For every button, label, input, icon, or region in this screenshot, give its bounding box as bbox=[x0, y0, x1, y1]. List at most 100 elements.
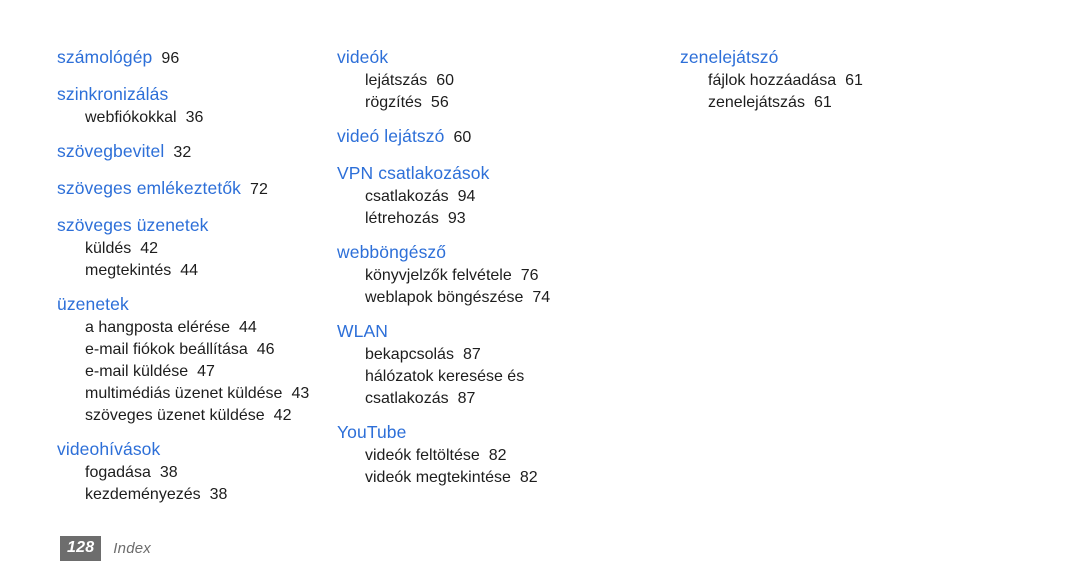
index-subentry-page-number: 61 bbox=[845, 72, 863, 89]
index-subentry-page-number: 43 bbox=[291, 385, 310, 402]
index-subentry[interactable]: csatlakozás 94 bbox=[337, 186, 662, 208]
index-entry-heading[interactable]: üzenetek bbox=[57, 291, 330, 317]
index-subentry-label: megtekintés bbox=[85, 262, 172, 279]
index-subentry[interactable]: weblapok böngészése 74 bbox=[337, 287, 662, 309]
index-entry-group: YouTube videók feltöltése 82 videók megteki… bbox=[337, 419, 662, 489]
index-subentry-label: csatlakozás bbox=[365, 390, 449, 407]
index-entry-group: VPN csatlakozások csatlakozás 94 létrehozás… bbox=[337, 160, 662, 230]
index-subentry[interactable]: megtekintés 44 bbox=[57, 260, 330, 282]
index-subentry-page-number: 82 bbox=[488, 447, 507, 464]
index-subentry-list: bekapcsolás 87 hálózatok keresése és csatla… bbox=[337, 344, 662, 410]
index-subentry-page-number: 42 bbox=[273, 407, 292, 424]
index-entry-group: webböngésző könyvjelzők felvétele 76 weblap… bbox=[337, 239, 662, 309]
index-subentry-label: könyvjelzők felvétele bbox=[365, 267, 512, 284]
index-subentry-label: fogadása bbox=[85, 464, 151, 481]
index-entry-page-number: 32 bbox=[173, 144, 192, 161]
index-subentry-page-number: 38 bbox=[159, 464, 178, 481]
index-subentry-label: fájlok hozzáadása bbox=[708, 72, 837, 89]
index-entry-heading-label: üzenetek bbox=[57, 294, 129, 314]
index-entry-group: WLAN bekapcsolás 87 hálózatok keresése és cs… bbox=[337, 318, 662, 410]
index-subentry[interactable]: szöveges üzenet küldése 42 bbox=[57, 405, 330, 427]
index-subentry[interactable]: csatlakozás 87 bbox=[337, 388, 662, 410]
index-subentry[interactable]: létrehozás 93 bbox=[337, 208, 662, 230]
index-subentry-list: a hangposta elérése 44 e-mail fiókok beáll… bbox=[57, 317, 330, 427]
index-subentry[interactable]: e-mail küldése 47 bbox=[57, 361, 330, 383]
index-subentry-list: könyvjelzők felvétele 76 weblapok böngészé… bbox=[337, 265, 662, 309]
index-subentry[interactable]: könyvjelzők felvétele 76 bbox=[337, 265, 662, 287]
index-subentry-page-number: 56 bbox=[430, 94, 449, 111]
index-subentry-label: bekapcsolás bbox=[365, 346, 454, 363]
index-entry-heading[interactable]: szinkronizálás bbox=[57, 81, 330, 107]
index-entry-heading[interactable]: szövegbevitel 32 bbox=[57, 138, 330, 166]
index-subentry[interactable]: lejátszás 60 bbox=[337, 70, 662, 92]
index-subentry[interactable]: multimédiás üzenet küldése 43 bbox=[57, 383, 330, 405]
index-subentry[interactable]: a hangposta elérése 44 bbox=[57, 317, 330, 339]
index-subentry[interactable]: e-mail fiókok beállítása 46 bbox=[57, 339, 330, 361]
index-subentry-label: szöveges üzenet küldése bbox=[85, 407, 265, 424]
index-entry-heading-label: YouTube bbox=[337, 422, 407, 442]
index-entry-group: szinkronizálás webfiókokkal 36 bbox=[57, 81, 330, 129]
index-entry-heading[interactable]: VPN csatlakozások bbox=[337, 160, 662, 186]
index-entry-heading[interactable]: számológép 96 bbox=[57, 44, 330, 72]
index-columns: számológép 96 szinkronizálás webfiókokkal 36… bbox=[0, 44, 1080, 515]
index-subentry-label: kezdeményezés bbox=[85, 486, 201, 503]
index-entry-heading[interactable]: webböngésző bbox=[337, 239, 662, 265]
index-subentry-label: küldés bbox=[85, 240, 132, 257]
index-page: számológép 96 szinkronizálás webfiókokkal 36… bbox=[0, 0, 1080, 586]
index-subentry-page-number: 44 bbox=[239, 319, 257, 336]
index-entry-heading-label: számológép bbox=[57, 47, 153, 67]
index-subentry-label: videók megtekintése bbox=[365, 469, 511, 486]
index-subentry[interactable]: fogadása 38 bbox=[57, 462, 330, 484]
index-entry-heading-label: videohívások bbox=[57, 439, 161, 459]
index-entry-heading-label: zenelejátszó bbox=[680, 47, 779, 67]
index-subentry[interactable]: kezdeményezés 38 bbox=[57, 484, 330, 506]
index-entry-page-number: 72 bbox=[250, 181, 268, 198]
index-subentry-label: lejátszás bbox=[365, 72, 428, 89]
index-subentry[interactable]: küldés 42 bbox=[57, 238, 330, 260]
index-subentry-label: e-mail küldése bbox=[85, 363, 189, 380]
index-entry-heading[interactable]: szöveges emlékeztetők 72 bbox=[57, 175, 330, 203]
index-entry-group: számológép 96 bbox=[57, 44, 330, 72]
index-subentry-list: küldés 42 megtekintés 44 bbox=[57, 238, 330, 282]
index-subentry-label: weblapok böngészése bbox=[365, 289, 524, 306]
index-subentry-label: videók feltöltése bbox=[365, 447, 480, 464]
index-entry-heading[interactable]: videohívások bbox=[57, 436, 330, 462]
index-column-2: videók lejátszás 60 rögzítés 56 videó lejátsz… bbox=[330, 44, 662, 498]
index-entry-heading-label: videók bbox=[337, 47, 389, 67]
index-subentry-label: e-mail fiókok beállítása bbox=[85, 341, 248, 358]
index-subentry-page-number: 38 bbox=[209, 486, 228, 503]
index-entry-heading-label: WLAN bbox=[337, 321, 388, 341]
index-subentry[interactable]: zenelejátszás 61 bbox=[680, 92, 1080, 114]
index-subentry-list: csatlakozás 94 létrehozás 93 bbox=[337, 186, 662, 230]
index-entry-group: szöveges emlékeztetők 72 bbox=[57, 175, 330, 203]
index-subentry[interactable]: fájlok hozzáadása 61 bbox=[680, 70, 1080, 92]
index-subentry-label: a hangposta elérése bbox=[85, 319, 230, 336]
index-entry-heading-label: videó lejátszó bbox=[337, 126, 445, 146]
index-subentry[interactable]: videók feltöltése 82 bbox=[337, 445, 662, 467]
index-subentry[interactable]: rögzítés 56 bbox=[337, 92, 662, 114]
index-subentry[interactable]: videók megtekintése 82 bbox=[337, 467, 662, 489]
index-subentry-label: létrehozás bbox=[365, 210, 439, 227]
index-subentry[interactable]: bekapcsolás 87 bbox=[337, 344, 662, 366]
index-entry-heading-label: szövegbevitel bbox=[57, 141, 165, 161]
index-entry-heading[interactable]: videó lejátszó 60 bbox=[337, 123, 662, 151]
index-subentry-label: multimédiás üzenet küldése bbox=[85, 385, 283, 402]
index-subentry-page-number: 74 bbox=[532, 289, 551, 306]
index-entry-group: videók lejátszás 60 rögzítés 56 bbox=[337, 44, 662, 114]
index-subentry-list: videók feltöltése 82 videók megtekintése 82 bbox=[337, 445, 662, 489]
index-entry-heading[interactable]: videók bbox=[337, 44, 662, 70]
index-entry-heading[interactable]: YouTube bbox=[337, 419, 662, 445]
index-subentry[interactable]: hálózatok keresése és bbox=[337, 366, 662, 388]
page-footer: 128 Index bbox=[60, 536, 151, 561]
index-entry-heading-label: szinkronizálás bbox=[57, 84, 169, 104]
index-entry-heading[interactable]: WLAN bbox=[337, 318, 662, 344]
index-entry-heading[interactable]: szöveges üzenetek bbox=[57, 212, 330, 238]
index-subentry[interactable]: webfiókokkal 36 bbox=[57, 107, 330, 129]
index-subentry-list: webfiókokkal 36 bbox=[57, 107, 330, 129]
index-subentry-page-number: 93 bbox=[447, 210, 466, 227]
index-subentry-page-number: 94 bbox=[457, 188, 476, 205]
index-entry-page-number: 60 bbox=[453, 129, 472, 146]
index-subentry-page-number: 60 bbox=[436, 72, 455, 89]
index-entry-group: videohívások fogadása 38 kezdeményezés 38 bbox=[57, 436, 330, 506]
index-entry-heading[interactable]: zenelejátszó bbox=[680, 44, 1080, 70]
